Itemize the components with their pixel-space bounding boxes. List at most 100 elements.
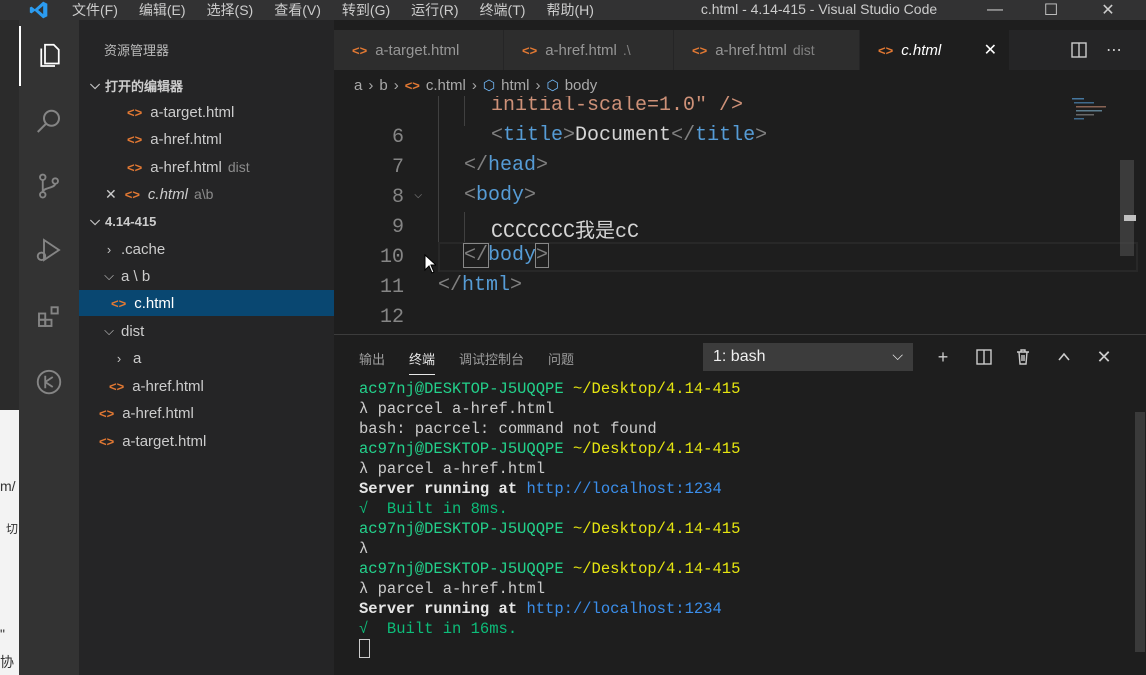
tab-label: c.html [901, 41, 942, 59]
trash-icon[interactable] [1011, 345, 1035, 369]
html-file-icon: <> [352, 42, 368, 58]
split-terminal-icon[interactable] [972, 345, 996, 369]
breadcrumb-item[interactable]: b [379, 77, 387, 94]
menu-run[interactable]: 运行(R) [411, 0, 458, 20]
tab-a-href[interactable]: <> a-href.html .\ [504, 30, 674, 70]
menu-go[interactable]: 转到(G) [342, 0, 390, 20]
terminal-output[interactable]: ac97nj@DESKTOP-J5UQQPE ~/Desktop/4.14-41… [359, 379, 740, 659]
editor-scrollbar[interactable] [1120, 160, 1134, 256]
html-file-icon: <> [124, 186, 140, 202]
terminal-link[interactable]: http://localhost:1234 [526, 600, 721, 618]
editor-tabs: <> a-target.html <> a-href.html .\ <> a-… [334, 30, 1146, 70]
tab-debug-console[interactable]: 调试控制台 [459, 349, 524, 375]
open-editor-item-active[interactable]: ✕ <> c.html a\b [79, 181, 334, 207]
menu-selection[interactable]: 选择(S) [207, 0, 254, 20]
line-number: 9 [391, 216, 404, 239]
terminal-link[interactable]: http://localhost:1234 [526, 480, 721, 498]
breadcrumb-item[interactable]: c.html [426, 77, 466, 94]
open-editors-label: 打开的编辑器 [105, 78, 184, 94]
maximize-button[interactable]: ☐ [1028, 0, 1074, 20]
terminal-select[interactable]: 1: bash ⌵ [703, 343, 913, 371]
activity-bar [19, 20, 79, 675]
background-text: 协 [0, 654, 14, 670]
tree-folder-label: a \ b [121, 267, 151, 285]
source-control-icon[interactable] [19, 156, 79, 216]
open-editors-header[interactable]: ⌵ 打开的编辑器 [79, 72, 334, 98]
minimap[interactable] [1070, 96, 1130, 136]
code-line: initial-scale=1.0" /> [491, 96, 744, 117]
menu-edit[interactable]: 编辑(E) [139, 0, 186, 20]
menu-view[interactable]: 查看(V) [274, 0, 321, 20]
tree-folder[interactable]: ⌵ a \ b [79, 263, 334, 289]
fold-chevron-icon[interactable]: ⌵ [414, 186, 422, 203]
tab-terminal[interactable]: 终端 [409, 349, 436, 375]
html-file-icon: <> [111, 295, 127, 311]
tree-file[interactable]: <> a-href.html [79, 373, 334, 399]
tree-folder[interactable]: › .cache [79, 236, 334, 262]
more-actions-icon[interactable]: ⋯ [1106, 40, 1122, 60]
chevron-right-icon: › [535, 76, 541, 94]
search-icon[interactable] [19, 92, 79, 152]
workspace-folder-label: 4.14-415 [105, 213, 157, 229]
tree-file-label: a-href.html [122, 404, 194, 422]
maximize-panel-icon[interactable] [1052, 345, 1076, 369]
remote-explorer-icon[interactable] [19, 352, 79, 412]
background-text: m/ [0, 478, 16, 494]
run-debug-icon[interactable] [19, 220, 79, 280]
tree-file[interactable]: <> a-target.html [79, 428, 334, 454]
breadcrumb-item[interactable]: a [354, 77, 362, 94]
new-terminal-icon[interactable]: + [931, 345, 955, 369]
terminal-line: λ [359, 540, 369, 558]
menu-help[interactable]: 帮助(H) [546, 0, 593, 20]
terminal-line: λ parcel a-href.html [359, 580, 546, 598]
split-editor-icon[interactable] [1070, 41, 1088, 59]
tree-folder[interactable]: ⌵ dist [79, 318, 334, 344]
close-icon[interactable]: ✕ [984, 40, 997, 60]
minimize-button[interactable]: — [972, 0, 1018, 20]
panel-tabs: 输出 终端 调试控制台 问题 [359, 349, 574, 375]
extensions-icon[interactable] [19, 286, 79, 346]
open-editor-item[interactable]: <> a-href.html dist [79, 154, 334, 180]
tree-folder-label: a [133, 349, 142, 367]
tab-c-html[interactable]: <> c.html ✕ [860, 30, 1010, 70]
explorer-icon[interactable] [19, 26, 79, 86]
code-editor[interactable]: initial-scale=1.0" /> 6 <title>Document<… [334, 96, 1146, 334]
open-editor-label: a-href.html [150, 130, 222, 148]
html-file-icon: <> [99, 405, 115, 421]
terminal-user: ac97nj@DESKTOP-J5UQQPE [359, 440, 564, 458]
close-panel-icon[interactable]: ✕ [1092, 345, 1116, 369]
html-file-icon: <> [692, 42, 708, 58]
vscode-logo-icon [29, 1, 48, 19]
tab-label: a-target.html [375, 41, 460, 59]
chevron-down-icon: ⌵ [104, 323, 114, 338]
tab-a-href-dist[interactable]: <> a-href.html dist [674, 30, 860, 70]
tab-output[interactable]: 输出 [359, 349, 385, 375]
editor-actions: ⋯ [1070, 30, 1146, 70]
tree-file-selected[interactable]: <> c.html [79, 290, 334, 316]
terminal-line: Server running at [359, 600, 518, 618]
tab-a-target[interactable]: <> a-target.html [334, 30, 504, 70]
close-window-button[interactable]: ✕ [1085, 0, 1131, 20]
breadcrumb-item[interactable]: html [501, 77, 529, 94]
vscode-window: 文件(F) 编辑(E) 选择(S) 查看(V) 转到(G) 运行(R) 终端(T… [0, 0, 1146, 675]
tab-label: a-href.html [545, 41, 617, 59]
menu-file[interactable]: 文件(F) [72, 0, 118, 20]
html-file-icon: <> [878, 42, 894, 58]
breadcrumb-item[interactable]: body [565, 77, 598, 94]
menu-terminal[interactable]: 终端(T) [480, 0, 526, 20]
tab-problems[interactable]: 问题 [548, 349, 574, 375]
open-editor-item[interactable]: <> a-target.html [79, 99, 334, 125]
tree-file[interactable]: <> a-href.html [79, 400, 334, 426]
tree-folder[interactable]: › a [79, 345, 334, 371]
explorer-sidebar: 资源管理器 ⌵ 打开的编辑器 <> a-target.html <> a-hre… [79, 20, 334, 675]
workspace-folder-header[interactable]: ⌵ 4.14-415 [79, 208, 334, 234]
line-number: 12 [379, 306, 404, 329]
chevron-right-icon: › [368, 76, 374, 94]
close-icon[interactable]: ✕ [105, 186, 117, 203]
tab-hint: dist [792, 42, 815, 58]
terminal-scrollbar[interactable] [1135, 412, 1145, 652]
line-number: 10 [379, 246, 404, 269]
tree-folder-label: dist [121, 322, 145, 340]
terminal-line: λ parcel a-href.html [359, 460, 546, 478]
open-editor-item[interactable]: <> a-href.html [79, 126, 334, 152]
